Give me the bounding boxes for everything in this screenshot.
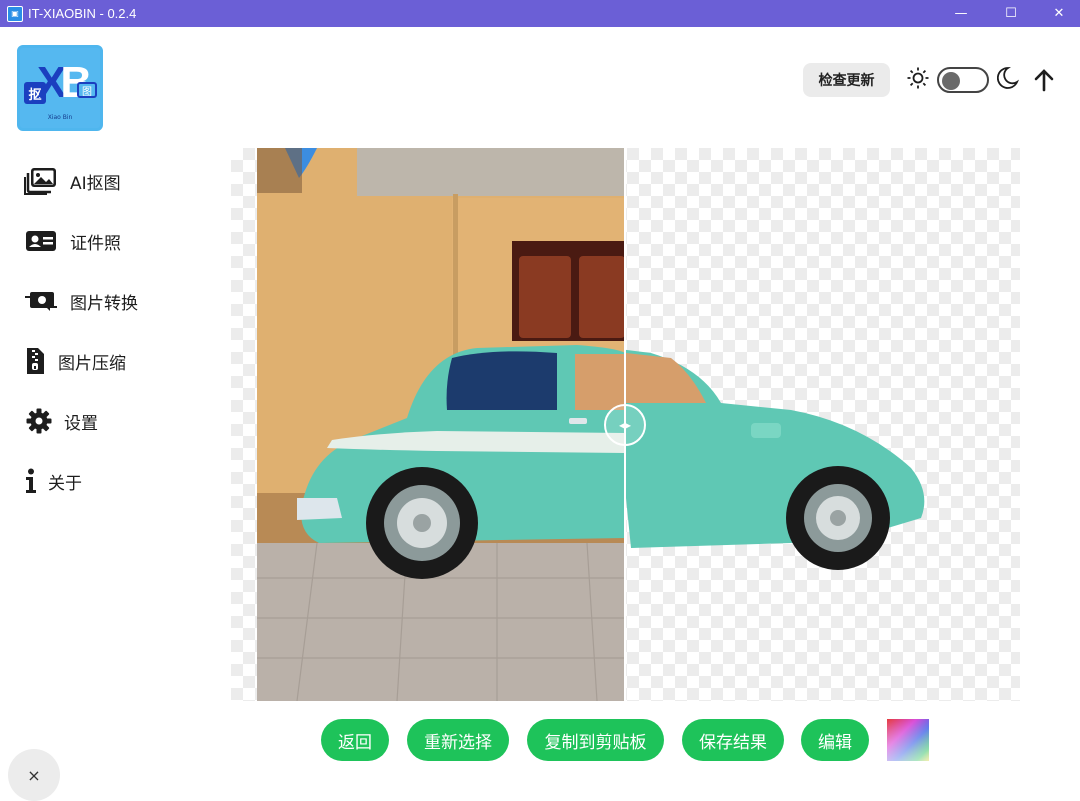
sidebar-item-label: 关于 [48,473,82,494]
sidebar-item-ai-matting[interactable]: AI抠图 [24,164,121,198]
logo-subtitle: Xiao Bin [47,114,73,121]
title-bar: ▣ IT-XIAOBIN - 0.2.4 — ☐ ✕ [0,0,1080,27]
moon-icon[interactable] [996,66,1020,90]
sidebar-item-image-convert[interactable]: 图片转换 [24,284,138,318]
background-color-picker[interactable] [887,719,929,761]
app-icon: ▣ [7,5,23,22]
sidebar-item-image-compress[interactable]: 图片压缩 [24,344,126,378]
window-title: IT-XIAOBIN - 0.2.4 [28,6,137,21]
back-button[interactable]: 返回 [321,719,389,761]
zip-file-icon [24,346,46,376]
edit-button[interactable]: 编辑 [801,719,869,761]
convert-icon [24,286,58,316]
maximize-button[interactable]: ☐ [988,0,1034,27]
theme-toggle[interactable] [937,67,989,93]
toggle-knob [942,72,960,90]
compare-handle[interactable]: ◂▸ [604,404,646,446]
image-compare-canvas[interactable]: ◂▸ [231,148,1020,701]
close-fab-button[interactable]: × [8,749,60,801]
close-window-button[interactable]: ✕ [1036,0,1080,27]
original-photo [257,148,625,701]
arrow-up-icon[interactable] [1033,68,1055,92]
copy-to-clipboard-button[interactable]: 复制到剪贴板 [527,719,664,761]
sidebar-item-label: 证件照 [70,233,121,254]
sidebar-item-id-photo[interactable]: 证件照 [24,224,121,258]
image-stack-icon [24,166,58,196]
id-card-icon [24,226,58,256]
sidebar-item-label: 图片压缩 [58,353,126,374]
gear-icon [24,406,54,436]
check-update-button[interactable]: 检查更新 [803,63,890,97]
minimize-button[interactable]: — [938,0,984,27]
app-logo: 抠 XB 图 Xiao Bin [17,45,103,131]
sun-icon[interactable] [906,66,930,90]
sidebar-item-label: 图片转换 [70,293,138,314]
sidebar-item-label: AI抠图 [70,173,121,194]
save-result-button[interactable]: 保存结果 [682,719,784,761]
info-icon [24,466,38,496]
sidebar-item-settings[interactable]: 设置 [24,404,98,438]
sidebar-item-about[interactable]: 关于 [24,464,82,498]
logo-char-right: 图 [77,82,97,98]
sidebar-item-label: 设置 [64,413,98,434]
reselect-button[interactable]: 重新选择 [407,719,509,761]
